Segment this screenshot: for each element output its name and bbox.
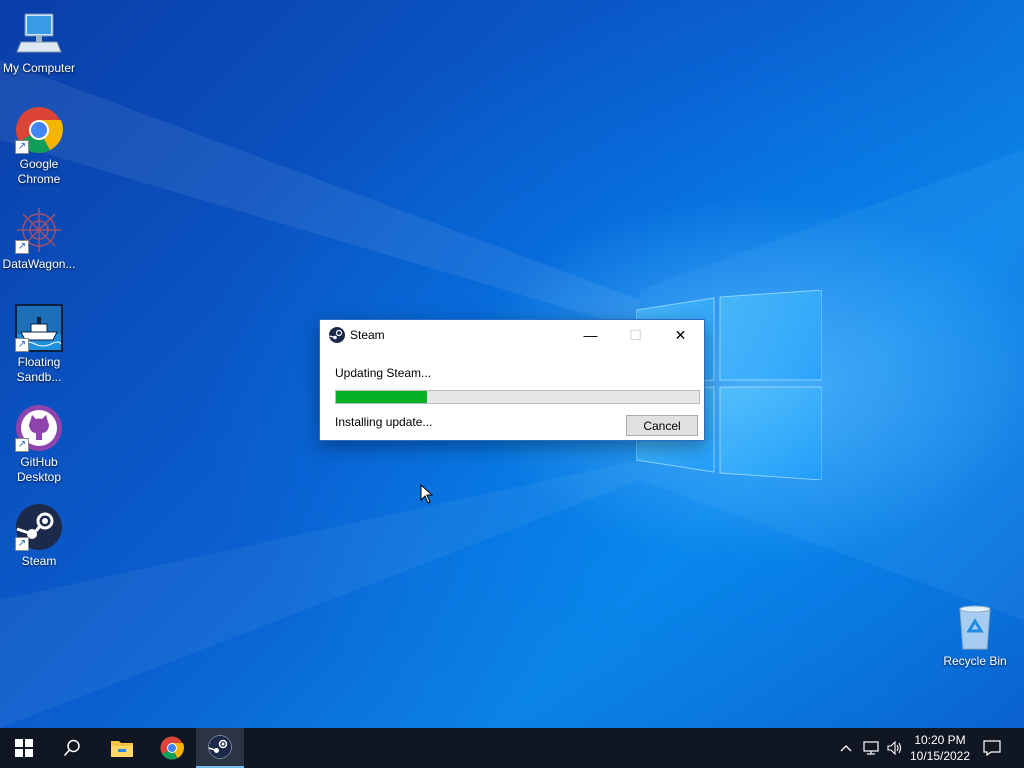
steam-icon (208, 735, 232, 759)
steam-update-dialog: Steam — ☐ ✕ Updating Steam... Installing… (319, 319, 705, 441)
clock-date: 10/15/2022 (909, 749, 971, 763)
steam-icon (329, 327, 345, 343)
desktop: My Computer ↗ Google Chrome ↗ DataWagon.… (0, 0, 1024, 728)
cancel-button[interactable]: Cancel (626, 415, 698, 436)
update-status-text: Updating Steam... (335, 366, 432, 380)
chrome-taskbar-button[interactable] (148, 728, 196, 768)
recycle-bin-icon (959, 605, 991, 650)
action-center-icon (983, 740, 1001, 756)
desktop-icon-google-chrome[interactable]: ↗ Google Chrome (0, 106, 78, 187)
show-hidden-icons-button[interactable] (836, 728, 856, 768)
maximize-button: ☐ (629, 327, 642, 343)
action-center-button[interactable] (980, 728, 1004, 768)
clock-time: 10:20 PM (914, 733, 966, 747)
shortcut-arrow-icon: ↗ (15, 140, 29, 154)
shortcut-arrow-icon: ↗ (15, 338, 29, 352)
shortcut-arrow-icon: ↗ (15, 240, 29, 254)
mouse-cursor-icon (420, 484, 434, 504)
shortcut-arrow-icon: ↗ (15, 537, 29, 551)
desktop-icon-label: Floating Sandb... (16, 355, 62, 384)
chrome-icon (160, 736, 184, 760)
update-progress-bar (335, 390, 700, 404)
desktop-icon-label: Steam (21, 554, 57, 568)
dialog-titlebar[interactable]: Steam — ☐ ✕ (320, 320, 704, 350)
desktop-icon-steam[interactable]: ↗ Steam (0, 503, 78, 569)
update-detail-text: Installing update... (335, 415, 433, 429)
desktop-icon-label: Recycle Bin (943, 654, 1007, 668)
desktop-icon-my-computer[interactable]: My Computer (0, 10, 78, 76)
shortcut-arrow-icon: ↗ (15, 438, 29, 452)
network-icon (863, 741, 879, 755)
computer-icon (16, 13, 62, 53)
volume-button[interactable] (884, 728, 906, 768)
network-button[interactable] (860, 728, 882, 768)
chevron-up-icon (840, 745, 852, 752)
desktop-icon-label: DataWagon... (2, 257, 76, 271)
taskbar-clock[interactable]: 10:20 PM 10/15/2022 (904, 732, 976, 764)
volume-icon (887, 741, 902, 755)
steam-taskbar-button[interactable] (196, 728, 244, 768)
file-explorer-icon (111, 741, 133, 757)
progress-fill (336, 391, 427, 403)
start-button[interactable] (0, 728, 48, 768)
desktop-icon-label: Google Chrome (17, 157, 61, 186)
dialog-title: Steam (350, 328, 385, 342)
minimize-button[interactable]: — (568, 320, 613, 350)
desktop-icon-label: GitHub Desktop (16, 455, 62, 484)
start-icon (15, 739, 33, 757)
desktop-icon-datawagon[interactable]: ↗ DataWagon... (0, 206, 78, 272)
close-button[interactable]: ✕ (658, 320, 703, 350)
desktop-icon-label: My Computer (2, 61, 76, 75)
search-button[interactable] (48, 728, 96, 768)
desktop-icon-floating-sandbox[interactable]: ↗ Floating Sandb... (0, 304, 78, 385)
taskbar: 10:20 PM 10/15/2022 (0, 728, 1024, 768)
desktop-icon-recycle-bin[interactable]: Recycle Bin (936, 603, 1014, 669)
file-explorer-button[interactable] (98, 728, 146, 768)
desktop-icon-github-desktop[interactable]: ↗ GitHub Desktop (0, 404, 78, 485)
search-icon (63, 739, 80, 757)
